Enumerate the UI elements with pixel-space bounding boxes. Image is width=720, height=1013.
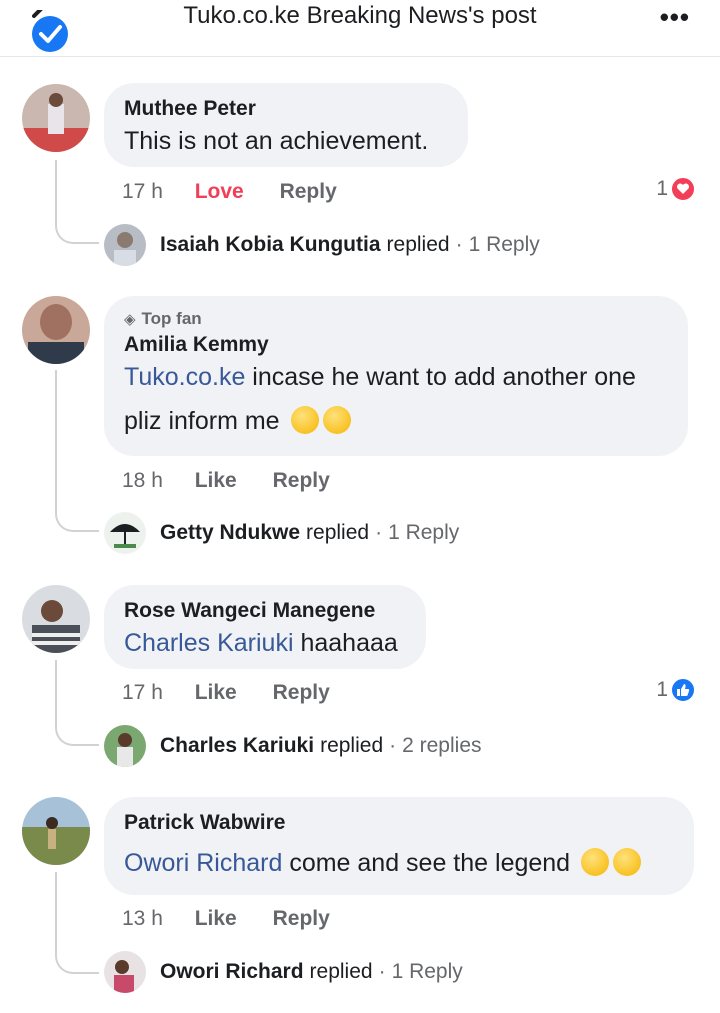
like-button[interactable]: Like xyxy=(195,681,237,704)
reply-author: Isaiah Kobia Kungutia xyxy=(160,233,381,256)
comment-text: Tuko.co.ke incase he want to add another… xyxy=(124,363,636,391)
rofl-emoji-icon xyxy=(581,848,610,876)
avatar[interactable] xyxy=(22,585,90,653)
thread-connector xyxy=(55,660,99,746)
avatar[interactable] xyxy=(22,296,90,364)
reply-author: Owori Richard xyxy=(160,960,304,983)
comment-time[interactable]: 17 h xyxy=(122,180,163,203)
rofl-emoji-icon xyxy=(613,848,642,876)
mention-link[interactable]: Charles Kariuki xyxy=(124,629,294,657)
comment-time[interactable]: 17 h xyxy=(122,681,163,704)
avatar xyxy=(104,512,146,554)
reaction-summary[interactable]: 1 xyxy=(656,677,696,703)
comment-text: Charles Kariuki haahaaa xyxy=(124,629,398,657)
diamond-icon: ◈ xyxy=(124,311,136,328)
reply-author: Charles Kariuki xyxy=(160,734,315,757)
avatar[interactable] xyxy=(22,84,90,152)
reply-count: 1 Reply xyxy=(391,960,463,983)
comment-author[interactable]: Muthee Peter xyxy=(124,95,446,123)
mention-link[interactable]: Owori Richard xyxy=(124,849,282,877)
comment-author[interactable]: Amilia Kemmy xyxy=(124,331,666,359)
post-header: Tuko.co.ke Breaking News's post ••• xyxy=(0,0,720,57)
reaction-count: 1 xyxy=(656,678,668,701)
reply-verb: replied xyxy=(320,734,384,757)
separator-dot: · xyxy=(455,233,463,256)
reply-count: 2 replies xyxy=(402,734,482,757)
comment-bubble: Muthee Peter This is not an achievement. xyxy=(104,83,468,167)
view-replies-link[interactable]: Getty Ndukwe replied · 1 Reply xyxy=(104,512,459,554)
more-options-icon[interactable]: ••• xyxy=(660,2,690,33)
separator-dot: · xyxy=(375,521,383,544)
reply-button[interactable]: Reply xyxy=(280,180,337,203)
like-button[interactable]: Like xyxy=(195,469,237,492)
avatar xyxy=(104,224,146,266)
separator-dot: · xyxy=(389,734,397,757)
reply-button[interactable]: Reply xyxy=(273,681,330,704)
mention-link[interactable]: Tuko.co.ke xyxy=(124,363,245,391)
reply-count: 1 Reply xyxy=(388,521,460,544)
comment-time[interactable]: 18 h xyxy=(122,469,163,492)
comment-author[interactable]: Patrick Wabwire xyxy=(124,809,672,837)
avatar xyxy=(104,725,146,767)
thread-connector xyxy=(55,872,99,974)
comment-bubble: ◈ Top fan Amilia Kemmy Tuko.co.ke incase … xyxy=(104,296,688,456)
top-fan-badge: ◈ Top fan xyxy=(124,309,202,328)
reply-author: Getty Ndukwe xyxy=(160,521,301,544)
reaction-summary[interactable]: 1 xyxy=(656,176,696,202)
comment-bubble: Rose Wangeci Manegene Charles Kariuki ha… xyxy=(104,585,426,669)
avatar xyxy=(104,951,146,993)
comment-text: This is not an achievement. xyxy=(124,127,429,155)
reply-verb: replied xyxy=(386,233,450,256)
love-button[interactable]: Love xyxy=(195,180,244,203)
like-button[interactable]: Like xyxy=(195,907,237,930)
reply-verb: replied xyxy=(306,521,370,544)
smile-emoji-icon xyxy=(290,406,319,434)
view-replies-link[interactable]: Owori Richard replied · 1 Reply xyxy=(104,951,463,993)
comment-author[interactable]: Rose Wangeci Manegene xyxy=(124,597,404,625)
page-title: Tuko.co.ke Breaking News's post xyxy=(183,2,537,29)
view-replies-link[interactable]: Isaiah Kobia Kungutia replied · 1 Reply xyxy=(104,224,540,266)
thread-connector xyxy=(55,370,99,532)
view-replies-link[interactable]: Charles Kariuki replied · 2 replies xyxy=(104,725,482,767)
avatar[interactable] xyxy=(22,797,90,865)
comment-actions: 17 h Like Reply xyxy=(122,679,330,707)
reply-verb: replied xyxy=(309,960,373,983)
like-icon xyxy=(670,677,696,703)
separator-dot: · xyxy=(378,960,386,983)
comment-actions: 13 h Like Reply xyxy=(122,905,330,933)
wink-emoji-icon xyxy=(322,406,351,434)
reply-count: 1 Reply xyxy=(468,233,540,256)
reply-button[interactable]: Reply xyxy=(273,469,330,492)
comment-bubble: Patrick Wabwire Owori Richard come and s… xyxy=(104,797,694,895)
comment-actions: 17 h Love Reply xyxy=(122,178,337,206)
reply-button[interactable]: Reply xyxy=(273,907,330,930)
heart-icon xyxy=(670,176,696,202)
thread-connector xyxy=(55,160,99,244)
reaction-count: 1 xyxy=(656,177,668,200)
comment-text-line2: pliz inform me xyxy=(124,403,666,439)
comment-text: Owori Richard come and see the legend xyxy=(124,845,672,881)
comment-time[interactable]: 13 h xyxy=(122,907,163,930)
comment-actions: 18 h Like Reply xyxy=(122,467,330,495)
